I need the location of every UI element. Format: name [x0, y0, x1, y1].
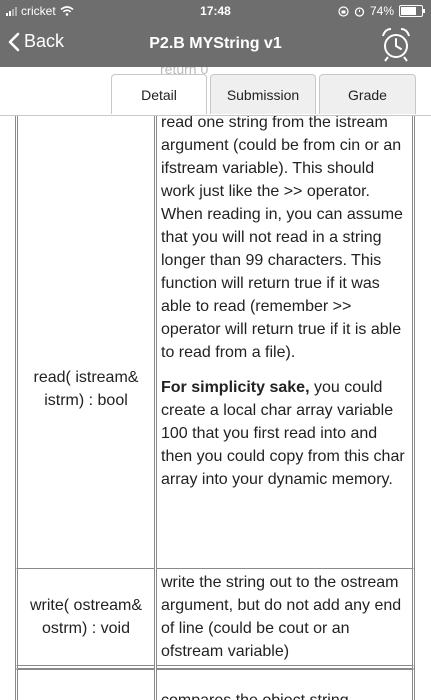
page-title: P2.B MYString v1: [149, 35, 282, 52]
description-text: write the string out to the ostream argu…: [161, 574, 402, 660]
status-right: 74%: [338, 4, 425, 18]
method-name-cell: write( ostream& ostrm) : void: [15, 568, 155, 666]
description-note: For simplicity sake, you could create a …: [161, 376, 408, 491]
tab-submission[interactable]: Submission: [210, 74, 316, 114]
method-signature: read( istream& istrm) : bool: [33, 369, 139, 409]
method-table: read( istream& istrm) : bool read one st…: [15, 116, 415, 700]
battery-percent: 74%: [369, 4, 394, 18]
note-emphasis: For simplicity sake,: [161, 379, 310, 396]
tab-detail[interactable]: Detail: [111, 74, 207, 114]
top-bar: cricket 17:48 74% Back P2.B MYString v1: [0, 0, 431, 67]
nav-bar: Back P2.B MYString v1: [0, 22, 431, 67]
alarm-clock-icon[interactable]: [379, 25, 413, 63]
method-description-cell: compares the object string: [156, 668, 415, 700]
status-bar: cricket 17:48 74%: [0, 0, 431, 22]
tab-bar: return 0 Detail Submission Grade: [0, 67, 431, 116]
tab-grade[interactable]: Grade: [319, 74, 416, 114]
table-row: compares the object string: [15, 668, 415, 700]
description-text: compares the object string: [161, 689, 408, 700]
lock-rotation-icon: [338, 5, 349, 17]
table-row: write( ostream& ostrm) : void write the …: [15, 568, 415, 666]
method-name-cell: [15, 668, 155, 700]
description-text: read one string from the istream argumen…: [161, 116, 403, 361]
alarm-status-icon: [354, 6, 365, 17]
method-description-cell: write the string out to the ostream argu…: [156, 568, 415, 666]
method-signature: write( ostream& ostrm) : void: [29, 597, 143, 637]
battery-icon: [399, 5, 425, 17]
